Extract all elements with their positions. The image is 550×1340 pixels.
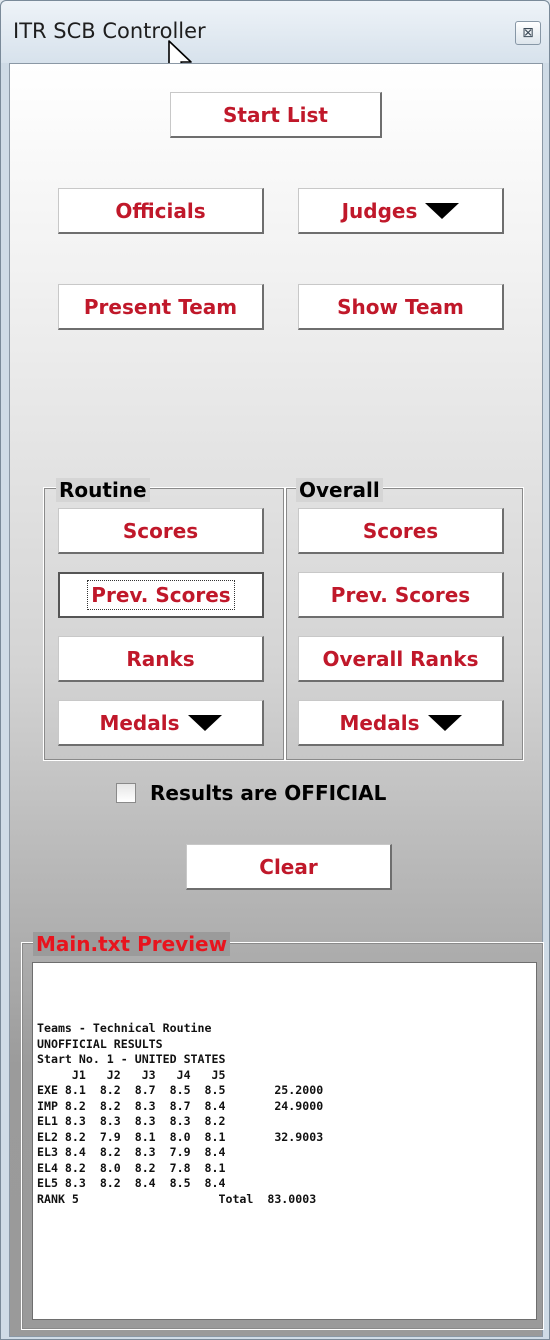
dropdown-arrow-icon — [425, 202, 460, 219]
title-bar[interactable]: ITR SCB Controller ⊠ — [1, 1, 549, 63]
preview-group-label: Main.txt Preview — [33, 932, 231, 956]
overall-medals-button[interactable]: Medals — [298, 700, 504, 746]
preview-text-area[interactable]: Teams - Technical Routine UNOFFICIAL RES… — [32, 962, 537, 1320]
start-list-button[interactable]: Start List — [170, 92, 382, 138]
routine-prev-scores-label: Prev. Scores — [87, 580, 235, 610]
routine-ranks-button[interactable]: Ranks — [58, 636, 264, 682]
official-checkbox-row[interactable]: Results are OFFICIAL — [116, 781, 386, 805]
overall-prev-scores-button[interactable]: Prev. Scores — [298, 572, 504, 618]
show-team-label: Show Team — [337, 294, 464, 319]
overall-ranks-label: Overall Ranks — [322, 646, 479, 671]
overall-ranks-button[interactable]: Overall Ranks — [298, 636, 504, 682]
start-list-label: Start List — [223, 102, 328, 127]
officials-label: Officials — [115, 198, 206, 223]
routine-scores-button[interactable]: Scores — [58, 508, 264, 554]
overall-scores-label: Scores — [362, 518, 439, 543]
present-team-label: Present Team — [83, 294, 238, 319]
close-button[interactable]: ⊠ — [515, 21, 541, 45]
routine-ranks-label: Ranks — [126, 646, 195, 671]
judges-label: Judges — [341, 198, 418, 223]
routine-group-label: Routine — [56, 478, 150, 502]
routine-scores-label: Scores — [122, 518, 199, 543]
overall-medals-label: Medals — [339, 710, 420, 735]
preview-text: Teams - Technical Routine UNOFFICIAL RES… — [37, 1021, 324, 1206]
routine-medals-label: Medals — [99, 710, 180, 735]
overall-prev-scores-label: Prev. Scores — [330, 582, 471, 607]
routine-medals-button[interactable]: Medals — [58, 700, 264, 746]
routine-prev-scores-button[interactable]: Prev. Scores — [58, 572, 264, 618]
official-checkbox-label: Results are OFFICIAL — [150, 781, 387, 805]
close-icon: ⊠ — [522, 25, 534, 41]
judges-button[interactable]: Judges — [298, 188, 504, 234]
officials-button[interactable]: Officials — [58, 188, 264, 234]
clear-button[interactable]: Clear — [186, 844, 392, 890]
dropdown-arrow-icon — [427, 714, 462, 731]
show-team-button[interactable]: Show Team — [298, 284, 504, 330]
overall-scores-button[interactable]: Scores — [298, 508, 504, 554]
overall-group-label: Overall — [296, 478, 383, 502]
app-window: ITR SCB Controller ⊠ Start List Official… — [0, 0, 550, 1340]
clear-label: Clear — [259, 854, 318, 879]
present-team-button[interactable]: Present Team — [58, 284, 264, 330]
official-checkbox[interactable] — [116, 783, 136, 803]
dropdown-arrow-icon — [187, 714, 222, 731]
